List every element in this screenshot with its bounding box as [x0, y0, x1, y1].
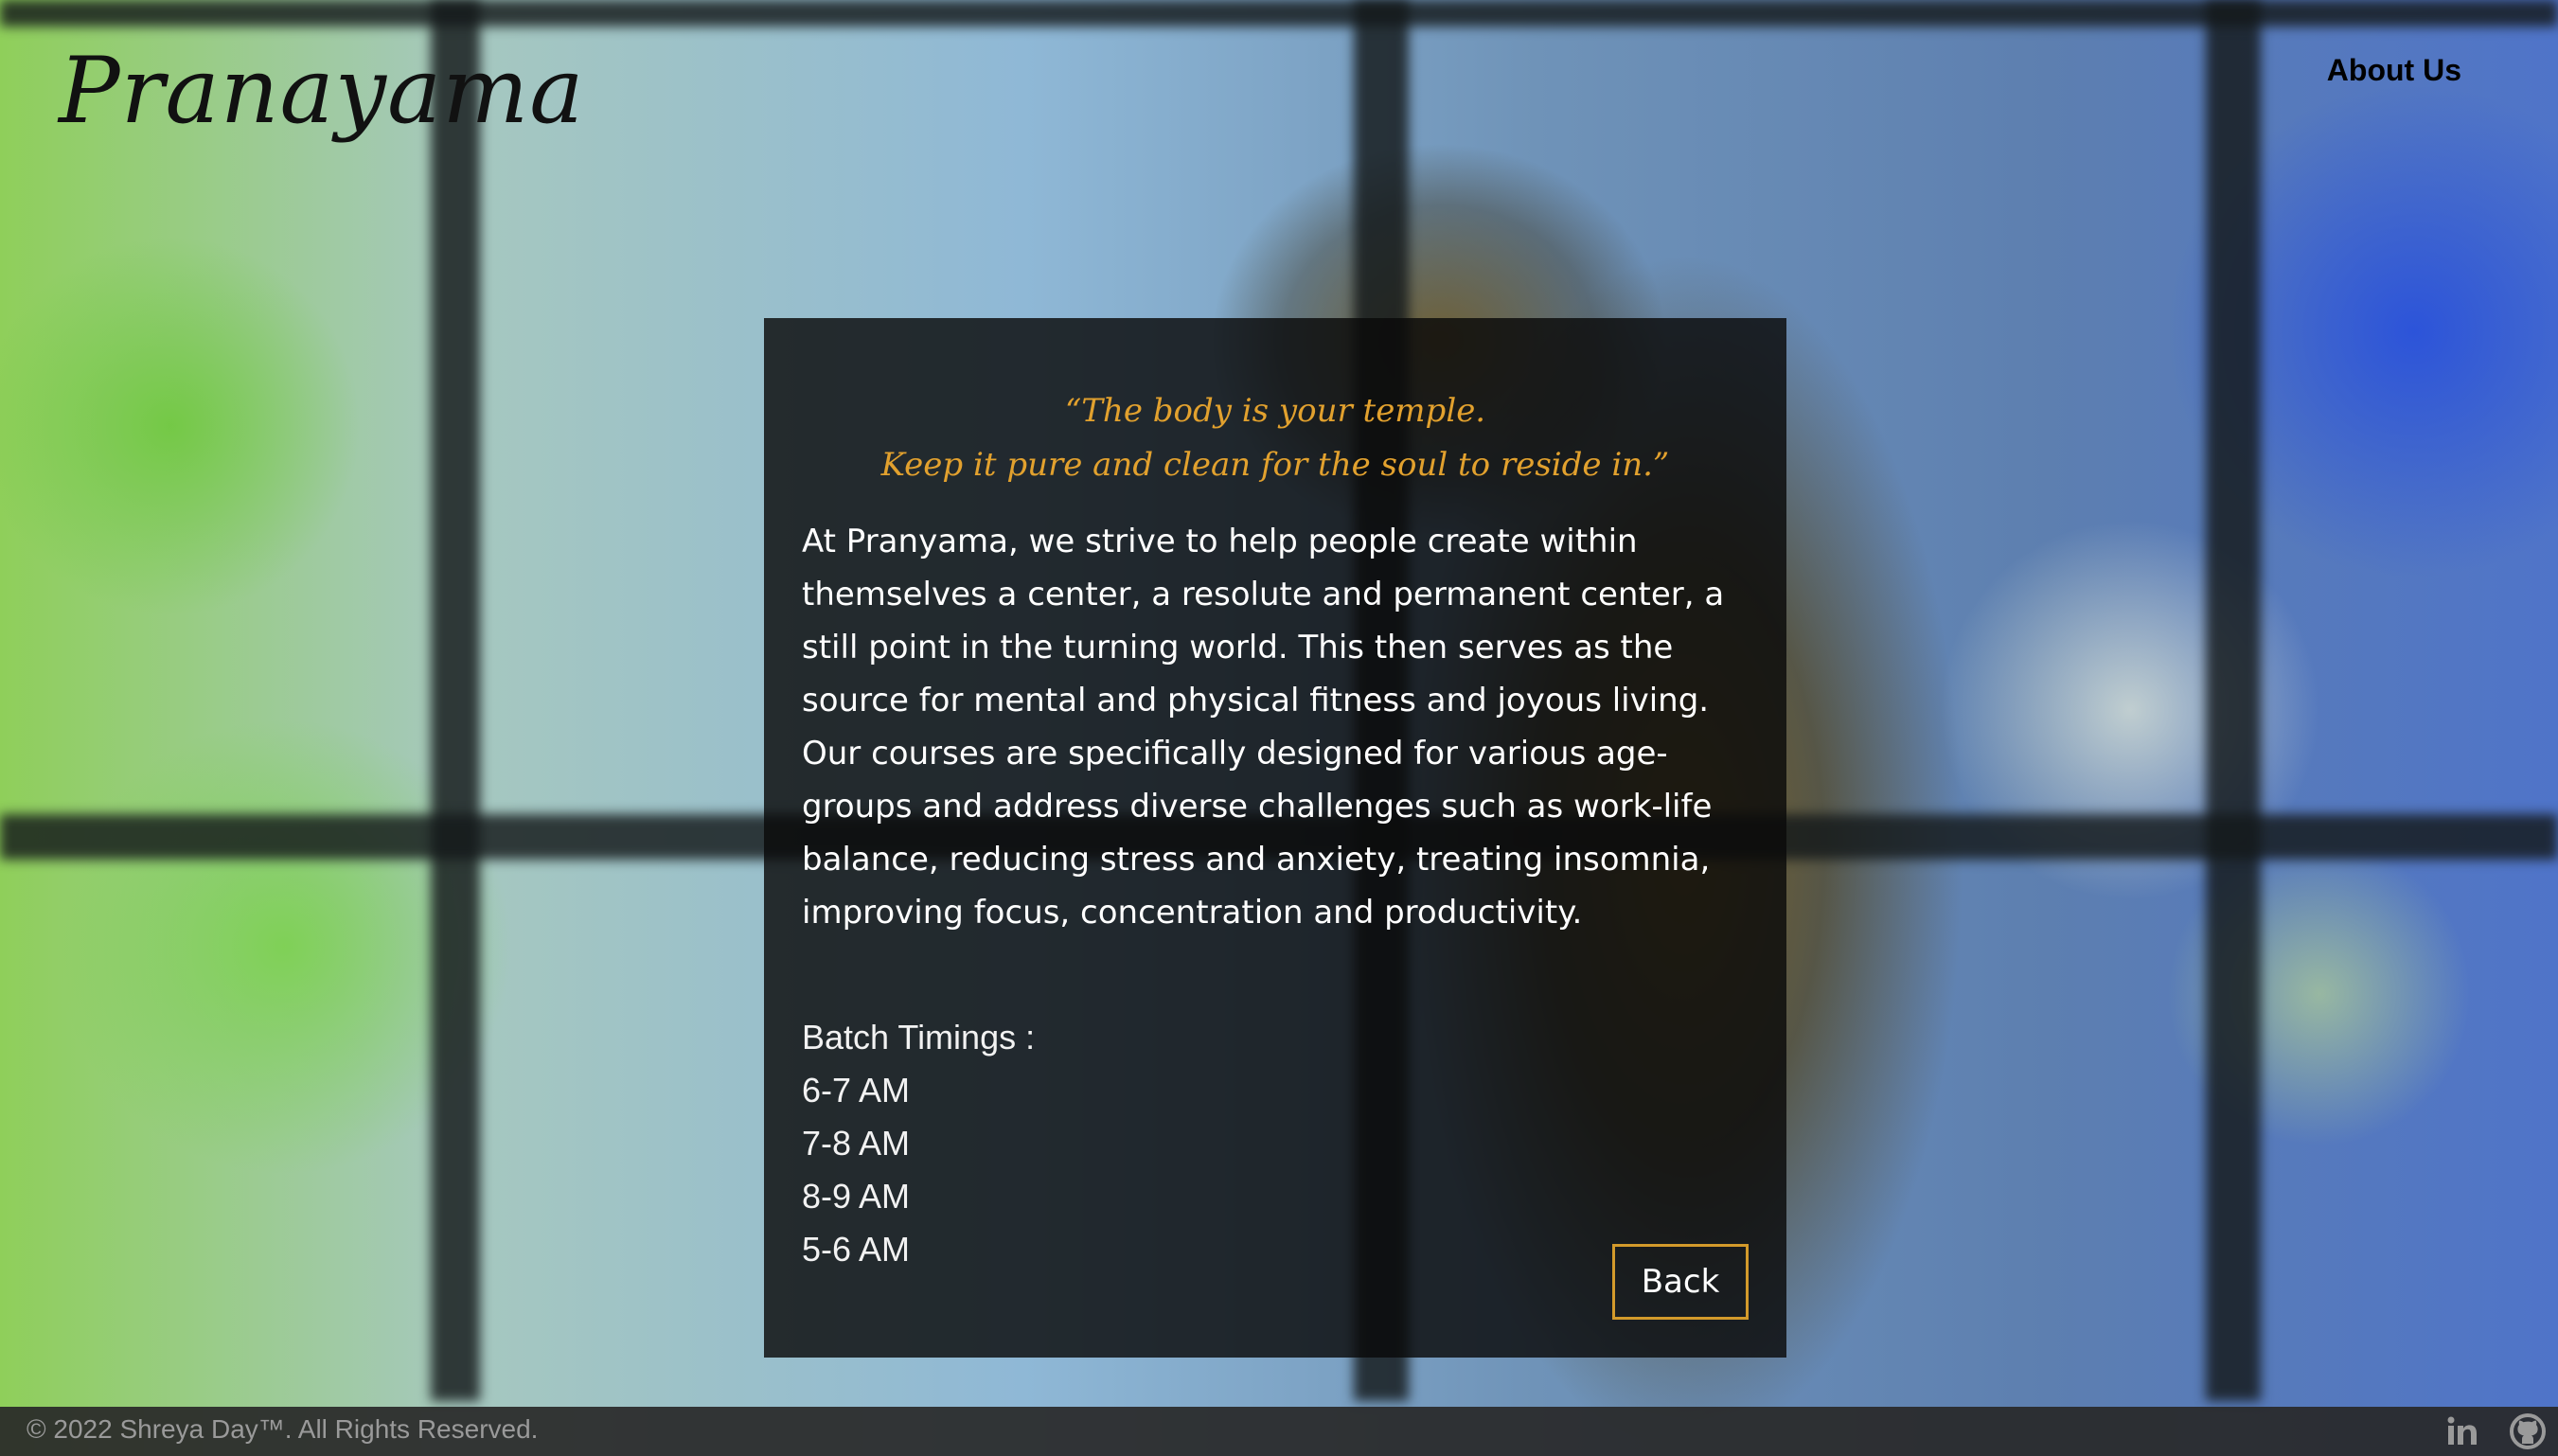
brand-logo[interactable]: Pranayama	[59, 38, 585, 144]
copyright-text: © 2022 Shreya Day™. All Rights Reserved.	[27, 1414, 539, 1444]
linkedin-icon[interactable]	[2444, 1412, 2482, 1450]
about-card: “The body is your temple. Keep it pure a…	[764, 318, 1786, 1358]
window-frame	[0, 0, 2558, 27]
batch-timings: Batch Timings : 6-7 AM 7-8 AM 8-9 AM 5-6…	[802, 1011, 1749, 1276]
quote-line-2: Keep it pure and clean for the soul to r…	[880, 446, 1670, 484]
timing-item: 6-7 AM	[802, 1071, 911, 1110]
window-frame	[2206, 0, 2261, 1401]
nav-about-us-link[interactable]: About Us	[2327, 53, 2461, 88]
footer: © 2022 Shreya Day™. All Rights Reserved.	[0, 1407, 2558, 1456]
timing-item: 5-6 AM	[802, 1230, 911, 1269]
quote-line-1: “The body is your temple.	[1064, 392, 1486, 430]
back-button[interactable]: Back	[1612, 1244, 1749, 1320]
timing-item: 8-9 AM	[802, 1177, 911, 1216]
about-text: At Pranyama, we strive to help people cr…	[802, 523, 1725, 932]
window-frame	[431, 0, 480, 1401]
timing-item: 7-8 AM	[802, 1124, 911, 1163]
timings-title: Batch Timings :	[802, 1018, 1036, 1056]
github-icon[interactable]	[2509, 1412, 2547, 1450]
quote: “The body is your temple. Keep it pure a…	[802, 384, 1749, 492]
